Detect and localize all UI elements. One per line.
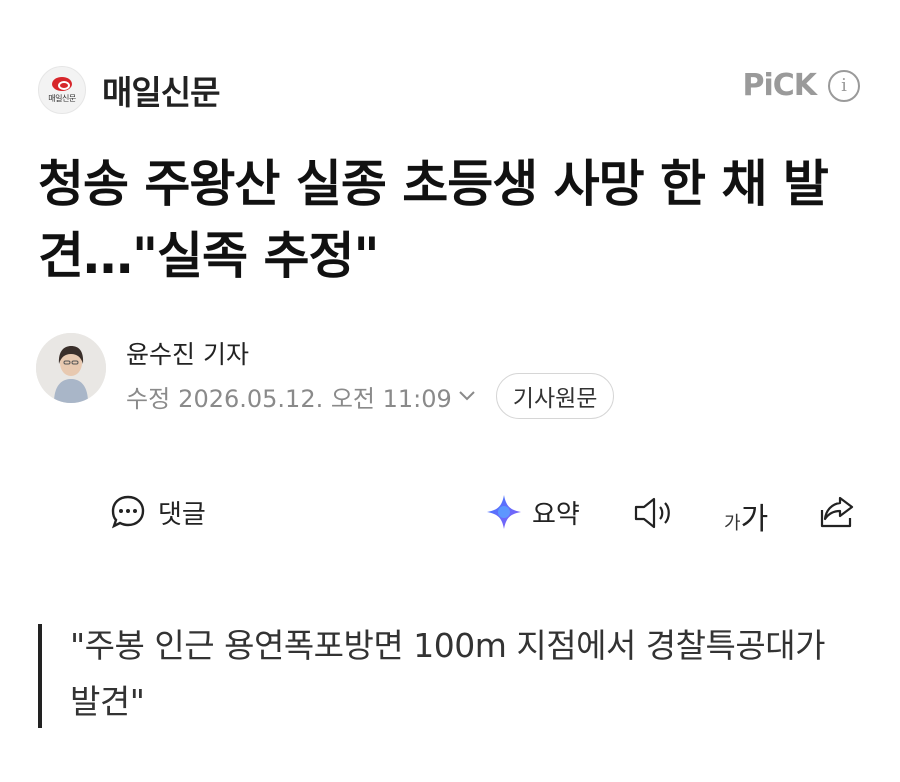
font-size-large-label: 가 bbox=[740, 502, 769, 537]
pick-badge[interactable]: PiCK i bbox=[742, 68, 860, 103]
press-name[interactable]: 매일신문 bbox=[102, 66, 220, 114]
sparkle-icon bbox=[487, 495, 521, 529]
date-row: 수정 2026.05.12. 오전 11:09 기사원문 bbox=[126, 373, 615, 419]
summary-label: 요약 bbox=[532, 499, 580, 530]
press-logo-text: 매일신문 bbox=[48, 93, 76, 103]
press-logo-mark bbox=[52, 76, 72, 91]
quote-text: "주봉 인근 용연폭포방면 100m 지점에서 경찰특공대가 발견" bbox=[70, 626, 825, 721]
comment-icon bbox=[111, 495, 145, 529]
summary-button[interactable]: 요약 bbox=[484, 492, 580, 532]
author-name[interactable]: 윤수진 기자 bbox=[126, 335, 249, 371]
share-icon bbox=[820, 496, 854, 528]
date-label: 수정 bbox=[126, 384, 171, 413]
quote-bar bbox=[38, 624, 42, 728]
pick-label: PiCK bbox=[742, 68, 817, 103]
chevron-down-icon[interactable] bbox=[458, 386, 476, 407]
comment-label: 댓글 bbox=[158, 499, 206, 530]
press-header[interactable]: 매일신문 매일신문 bbox=[38, 64, 220, 116]
original-article-button[interactable]: 기사원문 bbox=[495, 373, 615, 419]
speaker-icon bbox=[634, 497, 670, 529]
font-size-small-label: 가 bbox=[724, 513, 741, 534]
press-logo[interactable]: 매일신문 bbox=[38, 66, 86, 114]
avatar-image bbox=[36, 333, 106, 403]
author-avatar[interactable] bbox=[36, 333, 106, 403]
font-size-button[interactable]: 가 가 bbox=[724, 494, 768, 538]
article-headline: 청송 주왕산 실종 초등생 사망 한 채 발견…"실족 추정" bbox=[38, 155, 829, 285]
read-aloud-button[interactable] bbox=[632, 494, 676, 536]
comment-button[interactable]: 댓글 bbox=[108, 492, 206, 532]
info-icon[interactable]: i bbox=[828, 69, 860, 102]
article-page: 매일신문 매일신문 PiCK i 청송 주왕산 실종 초등생 사망 한 채 발견… bbox=[0, 0, 900, 782]
share-button[interactable] bbox=[814, 492, 858, 536]
date-value[interactable]: 2026.05.12. 오전 11:09 bbox=[178, 379, 452, 414]
